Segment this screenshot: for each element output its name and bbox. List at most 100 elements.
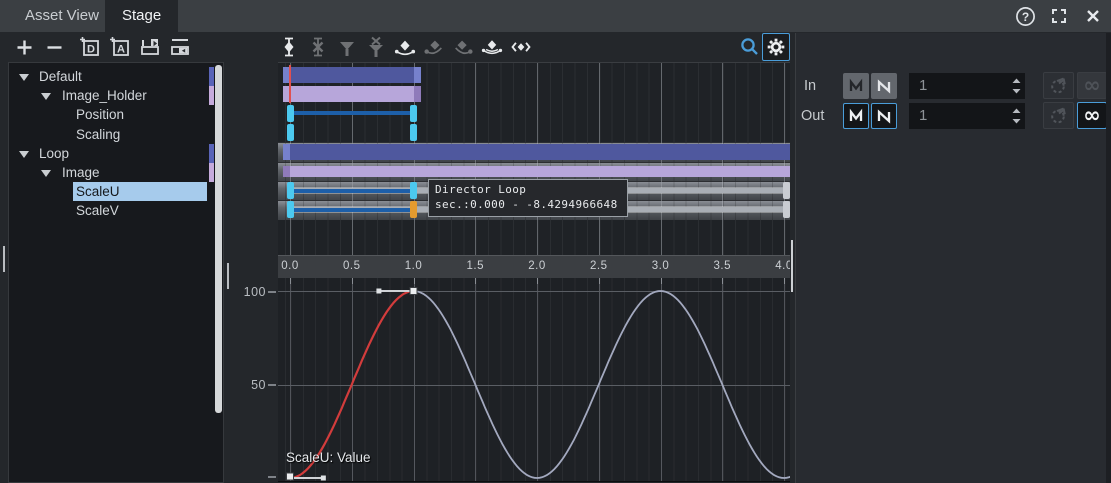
track-bar-default[interactable] — [283, 67, 421, 83]
in-reset-button[interactable] — [1043, 72, 1074, 99]
svg-text:?: ? — [1021, 10, 1028, 24]
playhead[interactable] — [289, 65, 291, 103]
tree-item-scaleu[interactable]: ScaleU — [9, 182, 225, 201]
ruler-label: 4.0 — [770, 260, 790, 272]
tree-expand-arrow[interactable] — [19, 151, 29, 158]
help-icon[interactable]: ? — [1013, 4, 1037, 28]
out-infinity-button[interactable]: ∞ — [1077, 102, 1107, 129]
tree-expand-arrow[interactable] — [41, 170, 51, 177]
tree-item-label: Scaling — [76, 125, 120, 144]
timeline-tracks-area[interactable]: Director Loop sec.:0.000 - -8.4294966648 — [278, 62, 790, 256]
delete-key-icon[interactable] — [307, 35, 329, 59]
close-icon[interactable] — [1081, 4, 1105, 28]
pingpong-zigzag-icon — [876, 108, 892, 124]
in-infinity-button[interactable]: ∞ — [1077, 72, 1107, 99]
settings-button[interactable] — [762, 33, 790, 61]
curve-y-label-50: 50 — [236, 378, 266, 392]
ruler-label: 2.5 — [585, 260, 613, 272]
insert-key-icon[interactable] — [278, 35, 300, 59]
repeat-zigzag-icon — [848, 78, 864, 94]
in-count-input[interactable]: 1 — [909, 73, 1025, 99]
tab-stage[interactable]: Stage — [105, 0, 178, 32]
remove-icon[interactable] — [42, 35, 66, 59]
tree-item-loop[interactable]: Loop — [9, 144, 225, 163]
curve-out-handle-icon[interactable] — [452, 35, 474, 59]
ruler-label: 3.5 — [708, 260, 736, 272]
tree-item-scaling[interactable]: Scaling — [9, 125, 225, 144]
tree-item-label: Image — [62, 163, 100, 182]
curve-keyframe-point[interactable] — [287, 473, 294, 480]
sequence-editor-window: Asset View Stage ? D A DefaultImage_Hold… — [0, 0, 1111, 483]
curve-y-label-100: 100 — [236, 285, 266, 299]
gear-icon — [766, 37, 786, 57]
keyframe-marker[interactable] — [287, 182, 294, 199]
bar-cap — [414, 86, 421, 102]
curve-edit-icon[interactable] — [394, 35, 416, 59]
keyframe-marker[interactable] — [410, 182, 417, 199]
add-director-track-icon[interactable]: D — [78, 35, 102, 59]
add-icon[interactable] — [12, 35, 36, 59]
in-count-spinner[interactable] — [1011, 76, 1022, 96]
pingpong-zigzag-icon — [876, 78, 892, 94]
reset-arrow-icon — [1049, 106, 1068, 125]
search-icon[interactable] — [739, 36, 760, 57]
tree-item-default[interactable]: Default — [9, 67, 225, 86]
marker-play-icon[interactable] — [138, 35, 162, 59]
tab-asset-view[interactable]: Asset View — [8, 0, 116, 32]
object-toolbar: D A — [12, 33, 192, 61]
track-bar-image_holder[interactable] — [283, 86, 421, 102]
track-bar-image[interactable] — [283, 166, 790, 177]
keyframe-marker[interactable] — [287, 124, 294, 141]
left-splitter-handle[interactable] — [3, 246, 5, 272]
curve-keyframe-point[interactable] — [410, 288, 417, 295]
delete-collapsed-keys-icon[interactable] — [365, 35, 387, 59]
tangent-handle-point[interactable] — [321, 476, 326, 481]
curve-editor[interactable]: ScaleU: Value — [278, 278, 790, 482]
track-bar-loop[interactable] — [283, 144, 790, 160]
tree-item-position[interactable]: Position — [9, 105, 225, 124]
in-repeat-button[interactable] — [843, 73, 869, 99]
keyframe-marker[interactable] — [410, 124, 417, 141]
keyframe-marker[interactable] — [287, 105, 294, 122]
keyframe-marker[interactable] — [783, 182, 790, 199]
out-count-input[interactable]: 1 — [909, 103, 1025, 129]
keyframe-marker[interactable] — [410, 105, 417, 122]
bar-cap — [283, 166, 290, 177]
tree-item-label: ScaleU — [76, 182, 120, 201]
reset-arrow-icon — [1049, 76, 1068, 95]
tree-item-image[interactable]: Image — [9, 163, 225, 182]
tree-expand-arrow[interactable] — [19, 74, 29, 81]
timeline-ruler[interactable]: 0.00.51.01.52.02.53.03.54.0 — [278, 255, 790, 279]
timeline-scrollbar-thumb[interactable] — [791, 240, 793, 292]
marker-back-icon[interactable] — [168, 35, 192, 59]
out-pingpong-button[interactable] — [871, 103, 897, 129]
in-pingpong-button[interactable] — [871, 73, 897, 99]
tree-item-image_holder[interactable]: Image_Holder — [9, 86, 225, 105]
tree-color-strip — [209, 67, 214, 86]
add-attribute-track-icon[interactable]: A — [108, 35, 132, 59]
keyframe-marker[interactable] — [287, 201, 294, 218]
ruler-label: 0.5 — [338, 260, 366, 272]
panel-splitter-handle[interactable] — [227, 263, 229, 289]
keyframe-marker[interactable] — [410, 201, 417, 218]
window-controls: ? — [1013, 0, 1105, 32]
maximize-icon[interactable] — [1047, 4, 1071, 28]
collapse-keys-icon[interactable] — [336, 35, 358, 59]
keyframe-connector-line — [290, 111, 414, 115]
in-label: In — [804, 73, 816, 99]
svg-text:A: A — [117, 44, 125, 56]
tree-expand-arrow[interactable] — [41, 93, 51, 100]
curve-both-handles-icon[interactable] — [481, 35, 503, 59]
out-reset-button[interactable] — [1043, 102, 1074, 129]
tangent-handle-point[interactable] — [376, 289, 381, 294]
key-value-options-icon[interactable] — [510, 35, 532, 59]
tree-item-scalev[interactable]: ScaleV — [9, 201, 225, 220]
curve-in-handle-icon[interactable] — [423, 35, 445, 59]
keyframe-marker[interactable] — [783, 201, 790, 218]
tree-color-strip — [209, 144, 214, 163]
out-repeat-button[interactable] — [843, 103, 869, 129]
tooltip-detail: sec.:0.000 - -8.4294966648 — [435, 197, 621, 212]
out-count-spinner[interactable] — [1011, 106, 1022, 126]
ruler-label: 1.5 — [461, 260, 489, 272]
curve-segment — [414, 291, 791, 478]
